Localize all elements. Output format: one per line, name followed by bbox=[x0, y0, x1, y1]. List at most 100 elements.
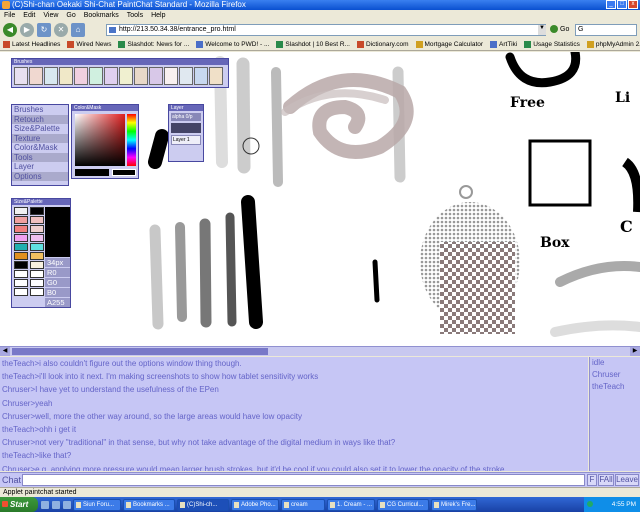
green-value[interactable]: G0 bbox=[45, 278, 70, 287]
palette-swatch[interactable] bbox=[14, 288, 28, 296]
color-gradient-picker[interactable] bbox=[75, 114, 125, 166]
palette-swatch[interactable] bbox=[30, 216, 44, 224]
paint-canvas-area[interactable]: Free Box Li C Brushes Brushes Retouch Si… bbox=[0, 52, 640, 356]
menu-help[interactable]: Help bbox=[151, 10, 165, 21]
bookmark-arttiki[interactable]: ArtTiki bbox=[490, 39, 517, 50]
water-tool-icon[interactable] bbox=[89, 67, 103, 85]
fill-tool-icon[interactable] bbox=[209, 67, 223, 85]
drawing-canvas[interactable]: Free Box Li C bbox=[0, 52, 640, 346]
menu-item-size-palette[interactable]: Size&Palette bbox=[12, 124, 68, 134]
task-cream[interactable]: cream bbox=[281, 498, 325, 511]
task-siun-forum[interactable]: Siun Foru... bbox=[73, 498, 121, 511]
quicklaunch-browser-icon[interactable] bbox=[52, 500, 60, 509]
go-button[interactable]: Go bbox=[550, 24, 569, 36]
palette-swatch[interactable] bbox=[14, 225, 28, 233]
menu-item-brushes[interactable]: Brushes bbox=[12, 105, 68, 115]
task-adobe-photoshop[interactable]: Adobe Pho... bbox=[231, 498, 279, 511]
brush-size-value[interactable]: 34px bbox=[45, 258, 70, 267]
menu-tools[interactable]: Tools bbox=[127, 10, 143, 21]
palette-swatch[interactable] bbox=[30, 270, 44, 278]
bookmark-slashdot[interactable]: Slashdot: News for ... bbox=[118, 39, 189, 50]
f-button[interactable]: F bbox=[587, 474, 597, 486]
stop-icon[interactable]: ✕ bbox=[54, 23, 68, 37]
task-cg-curriculum[interactable]: CG Curricul... bbox=[377, 498, 429, 511]
hue-slider[interactable] bbox=[127, 114, 136, 166]
bookmark-latest-headlines[interactable]: Latest Headlines bbox=[3, 39, 60, 50]
user-list-item[interactable]: theTeach bbox=[590, 381, 640, 393]
scroll-right-icon[interactable]: ▶ bbox=[630, 347, 640, 356]
forward-arrow-icon[interactable]: ▶ bbox=[20, 23, 34, 37]
layer-alpha-label[interactable]: alpha 0/p bbox=[171, 113, 201, 121]
minimize-button[interactable]: _ bbox=[606, 0, 616, 9]
leave-button[interactable]: Leave bbox=[615, 474, 639, 486]
canvas-horizontal-scrollbar[interactable]: ◀ ▶ bbox=[0, 346, 640, 356]
url-dropdown-icon[interactable]: ▼ bbox=[538, 25, 546, 35]
brush-tool-icon[interactable] bbox=[59, 67, 73, 85]
menu-edit[interactable]: Edit bbox=[23, 10, 35, 21]
layer-item-1[interactable]: Layer 1 bbox=[171, 135, 201, 145]
layer-item-empty[interactable] bbox=[171, 123, 201, 133]
palette-swatch[interactable] bbox=[30, 261, 44, 269]
quicklaunch-desktop-icon[interactable] bbox=[41, 500, 49, 509]
menu-item-options[interactable]: Options bbox=[12, 171, 68, 181]
palette-swatch[interactable] bbox=[30, 279, 44, 287]
blur-tool-icon[interactable] bbox=[104, 67, 118, 85]
blue-value[interactable]: B0 bbox=[45, 288, 70, 297]
bookmark-phpmyadmin[interactable]: phpMyAdmin 2.4.0 bbox=[586, 39, 640, 50]
airbrush-tool-icon[interactable] bbox=[44, 67, 58, 85]
palette-swatch[interactable] bbox=[30, 207, 44, 215]
palette-swatch[interactable] bbox=[14, 252, 28, 260]
dropper-tool-icon[interactable] bbox=[194, 67, 208, 85]
menu-go[interactable]: Go bbox=[66, 10, 75, 21]
menu-bookmarks[interactable]: Bookmarks bbox=[84, 10, 119, 21]
task-mireks-free[interactable]: Mirek's Fre... bbox=[431, 498, 477, 511]
hand-tool-icon[interactable] bbox=[179, 67, 193, 85]
reload-icon[interactable]: ↻ bbox=[37, 23, 51, 37]
menu-item-layer[interactable]: Layer bbox=[12, 162, 68, 172]
task-bookmarks[interactable]: Bookmarks ... bbox=[123, 498, 175, 511]
dodge-tool-icon[interactable] bbox=[134, 67, 148, 85]
palette-swatch[interactable] bbox=[14, 234, 28, 242]
user-list-item[interactable]: Chruser bbox=[590, 369, 640, 381]
palette-swatch[interactable] bbox=[30, 288, 44, 296]
bookmark-dictionary[interactable]: Dictionary.com bbox=[356, 39, 409, 50]
url-bar[interactable]: http://213.50.34.38/entrance_pro.html bbox=[106, 24, 546, 36]
eraser-tool-icon[interactable] bbox=[164, 67, 178, 85]
smudge-tool-icon[interactable] bbox=[119, 67, 133, 85]
close-button[interactable]: x bbox=[628, 0, 638, 9]
back-arrow-icon[interactable]: ◀ bbox=[3, 23, 17, 37]
bookmark-pwd[interactable]: Welcome to PWD! - ... bbox=[196, 39, 269, 50]
palette-swatch[interactable] bbox=[14, 216, 28, 224]
scrollbar-thumb[interactable] bbox=[12, 348, 268, 355]
maximize-button[interactable]: □ bbox=[617, 0, 627, 9]
palette-swatch[interactable] bbox=[30, 243, 44, 251]
palette-swatch[interactable] bbox=[14, 243, 28, 251]
palette-swatch[interactable] bbox=[30, 252, 44, 260]
palette-swatch[interactable] bbox=[30, 225, 44, 233]
menu-item-tools[interactable]: Tools bbox=[12, 152, 68, 162]
task-shi-chan[interactable]: (C)Shi-ch... bbox=[177, 498, 229, 511]
network-icon[interactable] bbox=[587, 501, 593, 507]
palette-swatch[interactable] bbox=[14, 207, 28, 215]
red-value[interactable]: R0 bbox=[45, 268, 70, 277]
menu-item-retouch[interactable]: Retouch bbox=[12, 114, 68, 124]
home-icon[interactable]: ⌂ bbox=[71, 23, 85, 37]
user-list-item[interactable]: idle bbox=[590, 357, 640, 369]
current-color-swatch[interactable] bbox=[75, 169, 109, 176]
start-button[interactable]: Start bbox=[0, 497, 38, 512]
palette-swatch[interactable] bbox=[14, 270, 28, 278]
menu-item-texture[interactable]: Texture bbox=[12, 133, 68, 143]
task-cream-doc[interactable]: 1. Cream - ... bbox=[327, 498, 375, 511]
burn-tool-icon[interactable] bbox=[149, 67, 163, 85]
menu-item-color-mask[interactable]: Color&Mask bbox=[12, 143, 68, 153]
scroll-left-icon[interactable]: ◀ bbox=[0, 347, 10, 356]
quicklaunch-media-icon[interactable] bbox=[63, 500, 71, 509]
search-input[interactable]: G bbox=[575, 24, 637, 36]
chat-input[interactable] bbox=[22, 474, 585, 486]
marker-tool-icon[interactable] bbox=[74, 67, 88, 85]
mask-color-swatch[interactable] bbox=[112, 169, 136, 176]
fall-button[interactable]: FAll bbox=[598, 474, 614, 486]
menu-file[interactable]: File bbox=[4, 10, 15, 21]
pencil-tool-icon[interactable] bbox=[29, 67, 43, 85]
bookmark-usage-statistics[interactable]: Usage Statistics bbox=[524, 39, 580, 50]
